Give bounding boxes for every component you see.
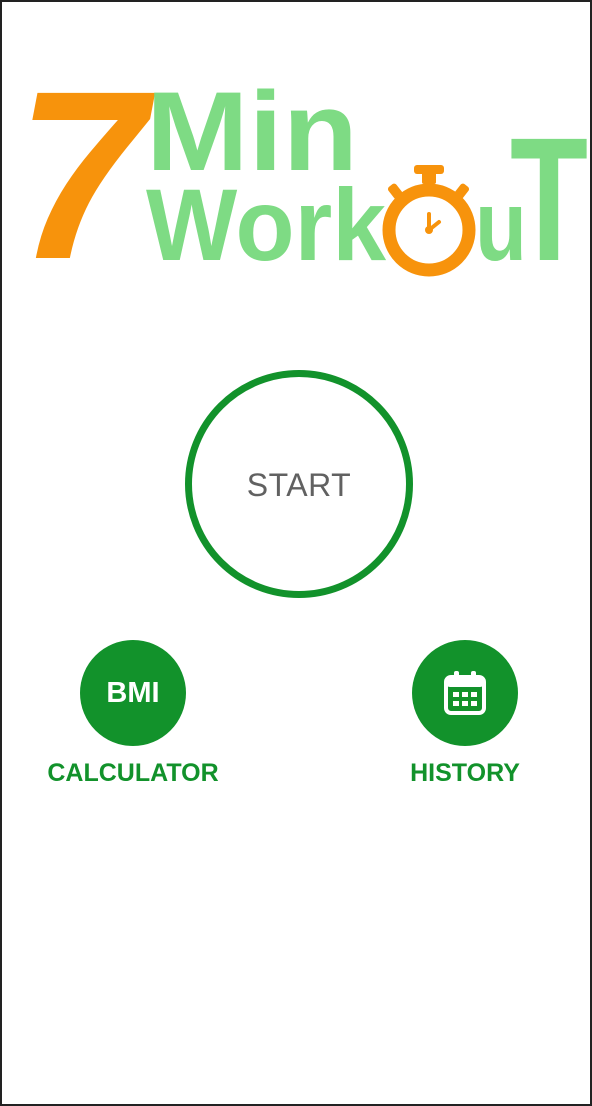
app-logo: 7 Min Workout Work u T — [16, 70, 588, 286]
stopwatch-icon — [382, 165, 476, 277]
logo-work: Work — [146, 168, 386, 282]
start-button[interactable]: START — [185, 370, 413, 598]
bmi-icon: BMI — [106, 676, 160, 709]
logo-seven: 7 — [16, 70, 155, 286]
start-label: START — [246, 466, 352, 503]
history-caption[interactable]: HISTORY — [345, 759, 585, 788]
calendar-icon — [444, 671, 486, 715]
history-button[interactable] — [412, 640, 518, 746]
logo-t: T — [510, 102, 588, 286]
bmi-calculator-caption[interactable]: CALCULATOR — [13, 759, 253, 788]
bmi-calculator-button[interactable]: BMI — [80, 640, 186, 746]
main-screen: 7 Min Workout Work u T START BMI CALCULA… — [0, 0, 592, 1106]
